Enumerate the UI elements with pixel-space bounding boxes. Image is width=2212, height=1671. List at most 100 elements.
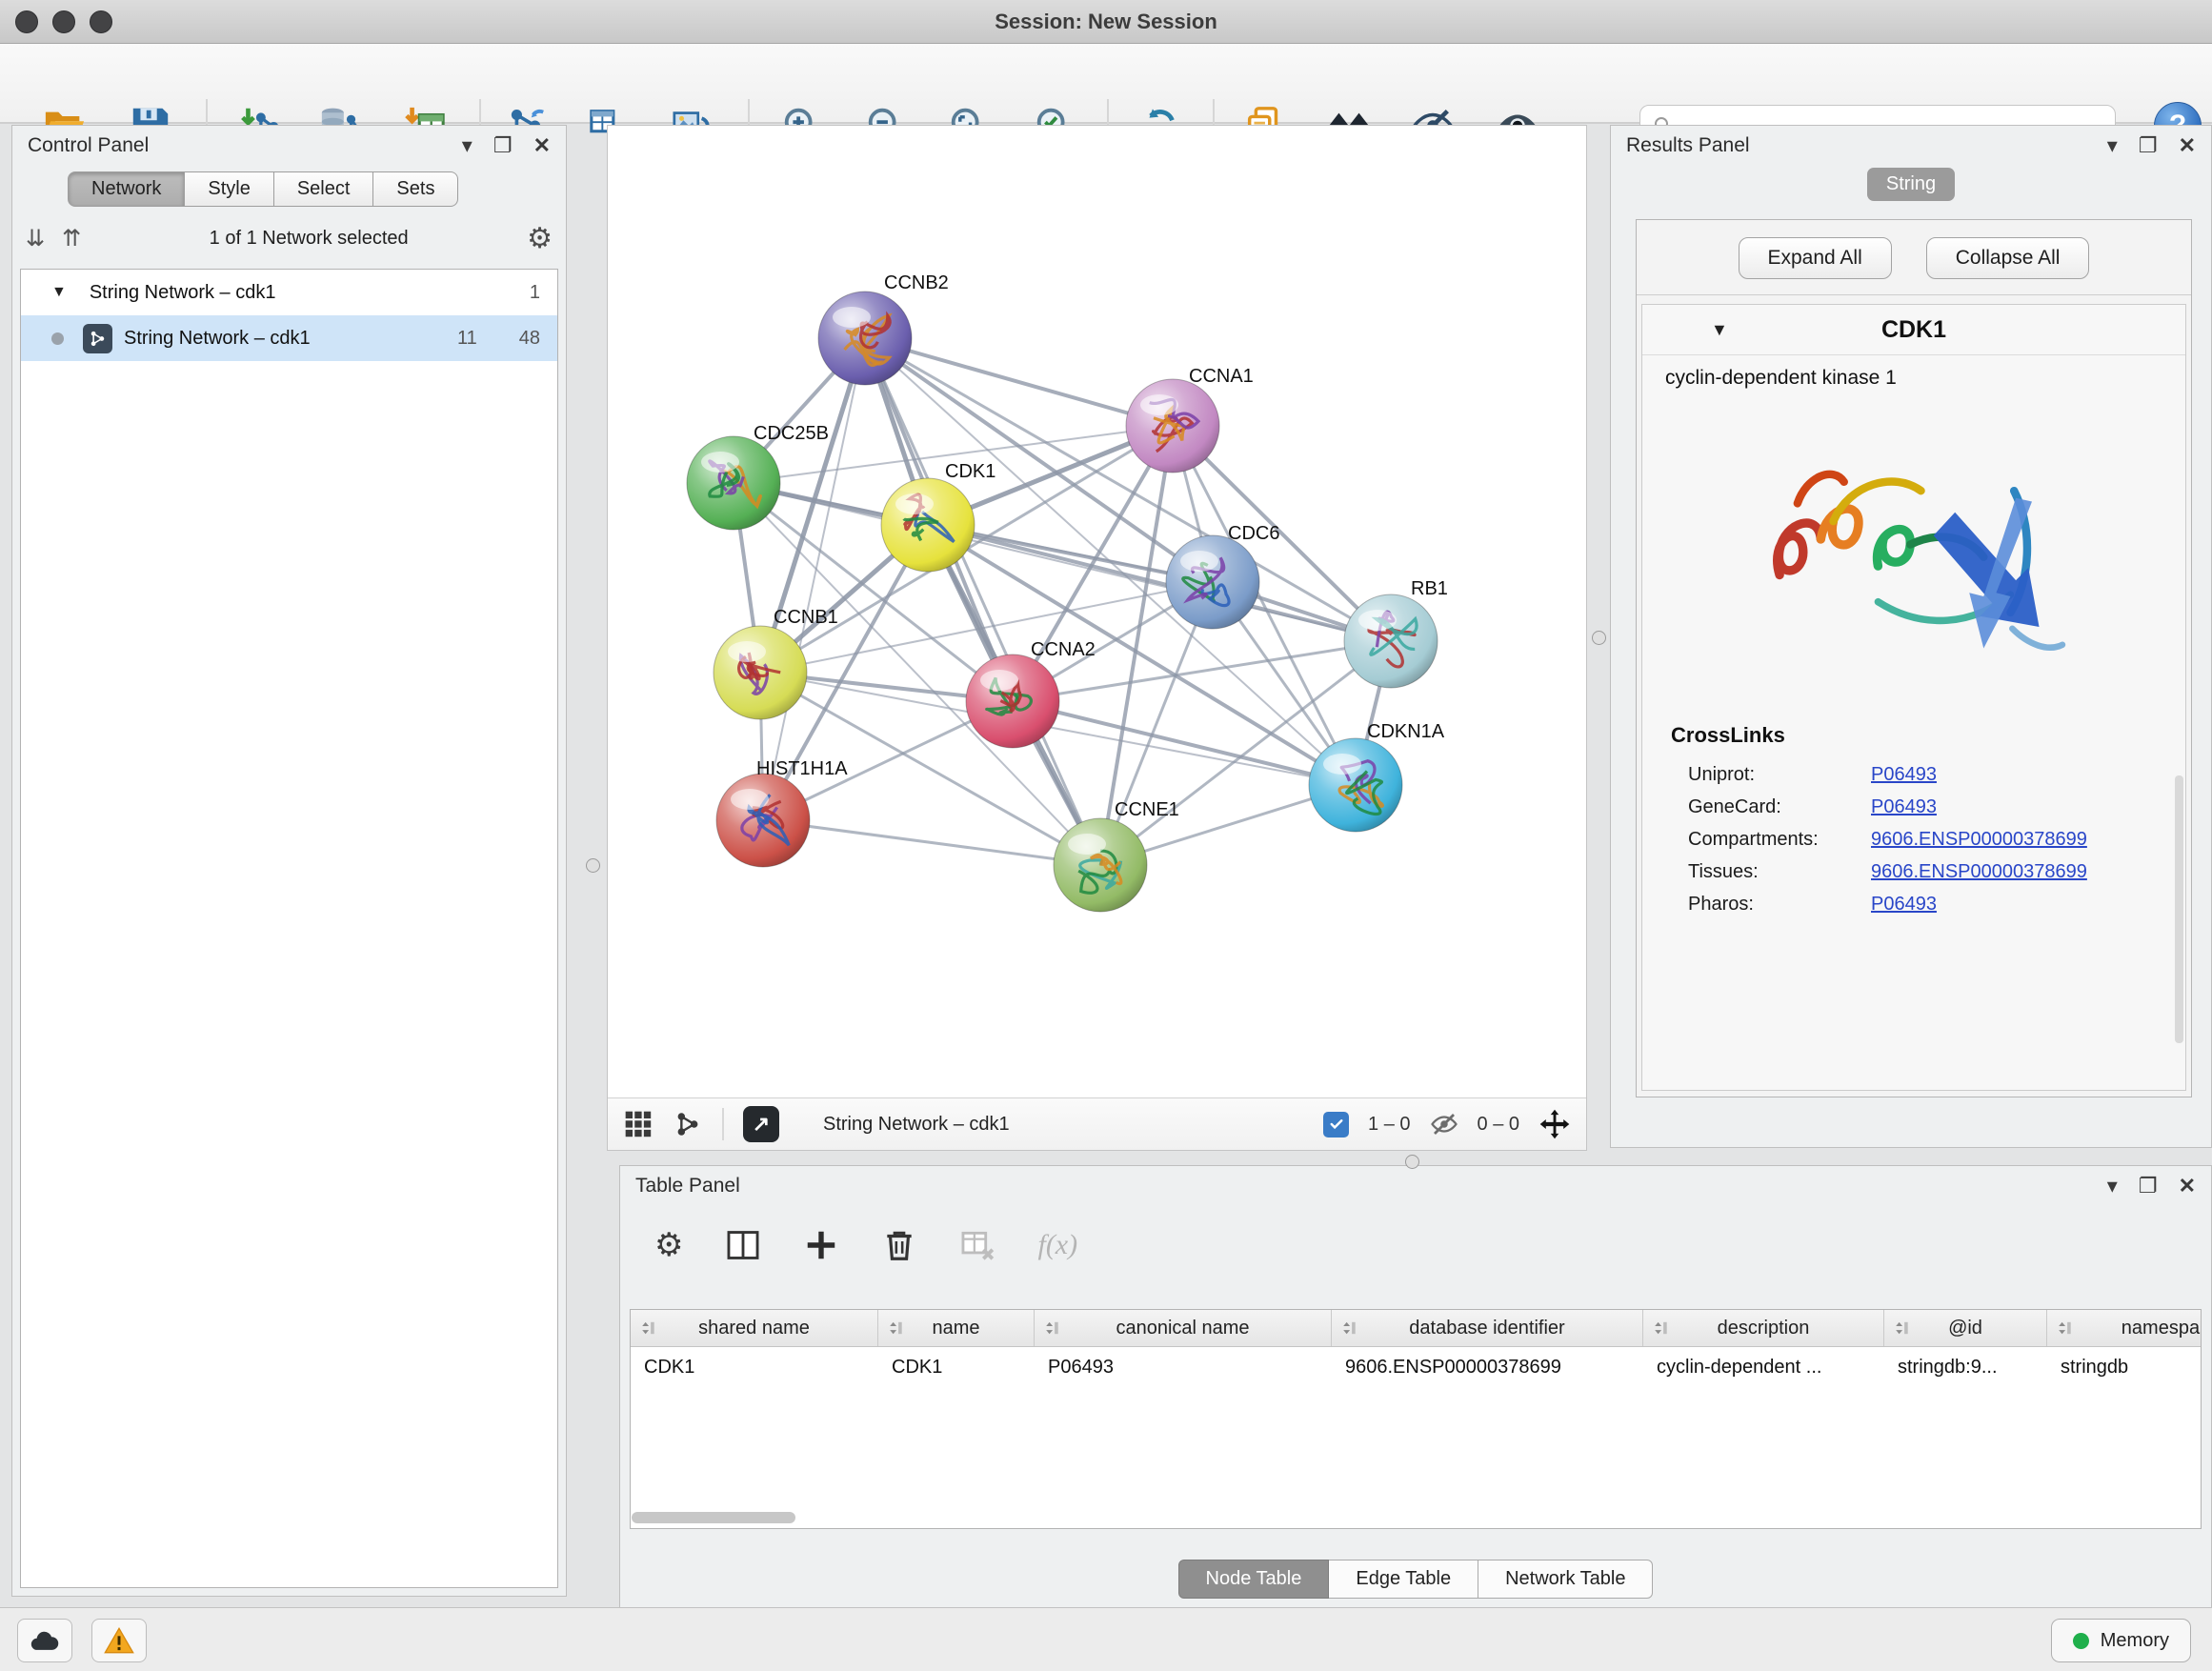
control-panel-title: Control Panel bbox=[28, 134, 462, 157]
panel-float-icon[interactable]: ❐ bbox=[2139, 135, 2158, 156]
selected-count: 1 – 0 bbox=[1368, 1114, 1410, 1136]
column-header-namespace[interactable]: namespace bbox=[2047, 1310, 2202, 1346]
string-results-box: Expand All Collapse All ▼ CDK1 cyclin-de… bbox=[1636, 219, 2192, 1097]
crosslinks-title: CrossLinks bbox=[1642, 706, 2185, 754]
network-node-CDC25B[interactable]: CDC25B bbox=[687, 423, 829, 530]
cloud-button[interactable] bbox=[17, 1619, 72, 1662]
network-edges[interactable] bbox=[734, 338, 1391, 865]
network-collection-row[interactable]: ▼ String Network – cdk1 1 bbox=[21, 270, 557, 315]
node-table-grid: shared name name canonical name database… bbox=[630, 1309, 2202, 1529]
pharos-link[interactable]: P06493 bbox=[1871, 894, 1937, 916]
network-node-HIST1H1A[interactable]: HIST1H1A bbox=[716, 758, 848, 867]
tab-sets[interactable]: Sets bbox=[373, 171, 458, 207]
gene-description: cyclin-dependent kinase 1 bbox=[1642, 355, 2185, 390]
tab-node-table[interactable]: Node Table bbox=[1178, 1560, 1330, 1599]
compartments-link[interactable]: 9606.ENSP00000378699 bbox=[1871, 829, 2087, 851]
expand-all-icon[interactable]: ⇈ bbox=[62, 225, 81, 252]
table-tabs: Node Table Edge Table Network Table bbox=[620, 1560, 2211, 1599]
column-header-shared-name[interactable]: shared name bbox=[631, 1310, 878, 1346]
control-panel-tabs: Network Style Select Sets bbox=[68, 171, 566, 207]
table-horizontal-scrollbar[interactable] bbox=[632, 1512, 2202, 1525]
main-toolbar: ? bbox=[0, 44, 2212, 124]
tab-select[interactable]: Select bbox=[274, 171, 374, 207]
warning-icon bbox=[104, 1626, 134, 1655]
panel-menu-icon[interactable]: ▾ bbox=[2107, 1176, 2118, 1197]
collapse-all-button[interactable]: Collapse All bbox=[1926, 237, 2090, 279]
sort-icon bbox=[1890, 1318, 1911, 1339]
panel-menu-icon[interactable]: ▾ bbox=[462, 135, 473, 156]
network-node-RB1[interactable]: RB1 bbox=[1344, 578, 1448, 688]
genecard-link[interactable]: P06493 bbox=[1871, 796, 1937, 818]
network-view-toolbar: ↗ String Network – cdk1 1 – 0 0 – 0 bbox=[608, 1097, 1586, 1150]
column-header-canonical-name[interactable]: canonical name bbox=[1035, 1310, 1332, 1346]
panel-close-icon[interactable]: ✕ bbox=[2179, 135, 2196, 156]
network-node-CCNB2[interactable]: CCNB2 bbox=[818, 272, 949, 385]
network-canvas[interactable]: CCNB2 CCNA1 CDC25B CDK1 CDC6 RB1 CCNB1 CCNA2 CDK… bbox=[608, 126, 1586, 1097]
column-header-id[interactable]: @id bbox=[1884, 1310, 2047, 1346]
results-panel-title: Results Panel bbox=[1626, 134, 2107, 157]
sort-icon bbox=[1040, 1318, 1061, 1339]
table-settings-gear-icon[interactable]: ⚙ bbox=[654, 1226, 683, 1264]
gene-card-header[interactable]: ▼ CDK1 bbox=[1642, 305, 2185, 355]
tissues-link[interactable]: 9606.ENSP00000378699 bbox=[1871, 861, 2087, 883]
panel-float-icon[interactable]: ❐ bbox=[493, 135, 513, 156]
node-label-RB1: RB1 bbox=[1411, 578, 1448, 599]
node-label-CDC6: CDC6 bbox=[1228, 523, 1279, 544]
open-in-new-window-icon[interactable]: ↗ bbox=[743, 1106, 779, 1142]
table-panel-title: Table Panel bbox=[635, 1175, 2107, 1198]
table-panel: Table Panel ▾ ❐ ✕ ⚙ f(x) shared name nam… bbox=[619, 1165, 2212, 1608]
column-header-name[interactable]: name bbox=[878, 1310, 1035, 1346]
table-header-row: shared name name canonical name database… bbox=[631, 1310, 2201, 1347]
collection-disclosure-icon[interactable]: ▼ bbox=[51, 284, 67, 301]
collection-count: 1 bbox=[530, 282, 540, 304]
network-node-CDC6[interactable]: CDC6 bbox=[1166, 523, 1279, 629]
memory-button[interactable]: Memory bbox=[2051, 1619, 2191, 1662]
grid-icon[interactable] bbox=[623, 1109, 654, 1139]
delete-column-trash-icon[interactable] bbox=[881, 1227, 917, 1263]
panel-float-icon[interactable]: ❐ bbox=[2139, 1176, 2158, 1197]
horizontal-splitter-handle[interactable] bbox=[1405, 1155, 1419, 1169]
network-options-gear-icon[interactable]: ⚙ bbox=[527, 222, 553, 255]
scrollbar-thumb[interactable] bbox=[632, 1512, 795, 1523]
function-builder-icon: f(x) bbox=[1037, 1229, 1077, 1261]
network-node-CDKN1A[interactable]: CDKN1A bbox=[1309, 721, 1445, 832]
node-count: 11 bbox=[457, 328, 477, 350]
warnings-button[interactable] bbox=[91, 1619, 147, 1662]
vertical-splitter-handle[interactable] bbox=[586, 858, 600, 873]
network-row[interactable]: String Network – cdk1 11 48 bbox=[21, 315, 557, 361]
add-column-icon[interactable] bbox=[803, 1227, 839, 1263]
tab-network[interactable]: Network bbox=[68, 171, 185, 207]
network-share-icon[interactable] bbox=[673, 1109, 703, 1139]
node-label-CCNA2: CCNA2 bbox=[1031, 639, 1096, 660]
node-label-CDK1: CDK1 bbox=[945, 461, 995, 482]
expand-all-button[interactable]: Expand All bbox=[1739, 237, 1892, 279]
control-panel: Control Panel ▾ ❐ ✕ Network Style Select… bbox=[11, 125, 567, 1597]
protein-structure-image bbox=[1733, 405, 2095, 700]
hidden-eye-slash-icon[interactable] bbox=[1430, 1110, 1458, 1138]
network-node-CCNA1[interactable]: CCNA1 bbox=[1126, 366, 1254, 473]
tab-style[interactable]: Style bbox=[185, 171, 273, 207]
panel-menu-icon[interactable]: ▾ bbox=[2107, 135, 2118, 156]
panel-close-icon[interactable]: ✕ bbox=[533, 135, 551, 156]
node-label-CCNB1: CCNB1 bbox=[774, 607, 838, 628]
hidden-count: 0 – 0 bbox=[1478, 1114, 1519, 1136]
pan-move-icon[interactable] bbox=[1538, 1108, 1571, 1140]
window-title: Session: New Session bbox=[0, 0, 2212, 43]
panel-close-icon[interactable]: ✕ bbox=[2179, 1176, 2196, 1197]
selected-checkbox-icon[interactable] bbox=[1323, 1112, 1349, 1137]
show-columns-icon[interactable] bbox=[725, 1227, 761, 1263]
vertical-splitter-handle[interactable] bbox=[1592, 631, 1606, 645]
collapse-all-icon[interactable]: ⇊ bbox=[26, 225, 45, 252]
tab-network-table[interactable]: Network Table bbox=[1478, 1560, 1653, 1599]
tab-edge-table[interactable]: Edge Table bbox=[1329, 1560, 1478, 1599]
network-node-CCNB1[interactable]: CCNB1 bbox=[714, 607, 838, 719]
collection-label: String Network – cdk1 bbox=[90, 282, 530, 304]
column-header-description[interactable]: description bbox=[1643, 1310, 1884, 1346]
uniprot-link[interactable]: P06493 bbox=[1871, 764, 1937, 786]
table-row[interactable]: CDK1 CDK1 P06493 9606.ENSP00000378699 cy… bbox=[631, 1347, 2201, 1387]
column-header-database-identifier[interactable]: database identifier bbox=[1332, 1310, 1643, 1346]
results-scrollbar[interactable] bbox=[2175, 775, 2183, 1042]
gene-disclosure-icon[interactable]: ▼ bbox=[1711, 320, 1728, 340]
crosslink-row: Pharos: P06493 bbox=[1642, 883, 2185, 916]
tab-string[interactable]: String bbox=[1867, 168, 1955, 201]
